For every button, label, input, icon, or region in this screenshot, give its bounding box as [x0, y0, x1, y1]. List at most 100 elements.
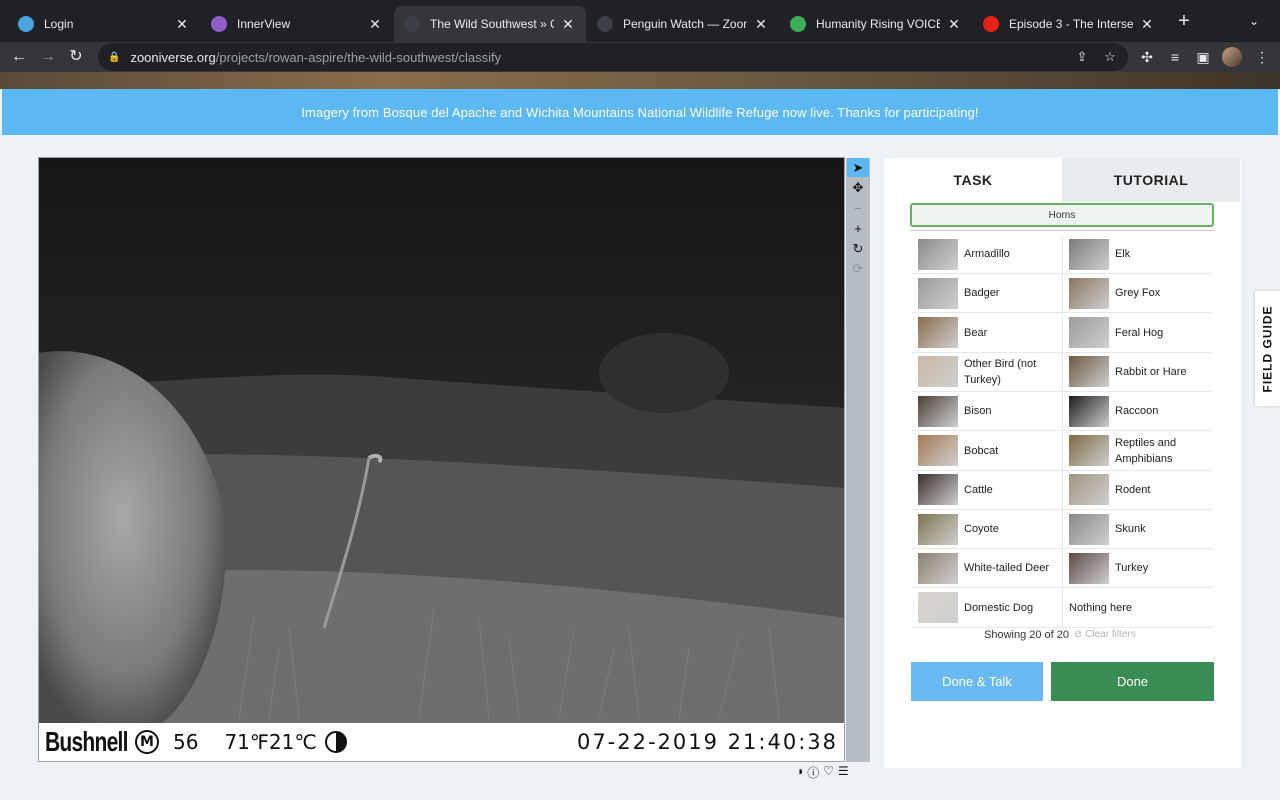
url-host: zooniverse.org: [130, 49, 216, 65]
species-choice[interactable]: Badger: [912, 274, 1062, 314]
species-thumbnail: [1069, 356, 1109, 388]
announcement-banner: Imagery from Bosque del Apache and Wichi…: [2, 89, 1278, 135]
species-label: Rodent: [1115, 483, 1151, 496]
tab-title: The Wild Southwest » Cla: [430, 17, 554, 31]
species-thumbnail: [918, 435, 958, 466]
camera-datetime: 07-22-2019 21:40:38: [576, 730, 838, 754]
collections-list-icon[interactable]: ☰: [838, 764, 849, 780]
browser-toolbar: ← → ↻ 🔒 zooniverse.org/projects/rowan-as…: [0, 42, 1280, 72]
tab-close-icon[interactable]: ✕: [174, 16, 190, 33]
tab-task[interactable]: TASK: [884, 158, 1062, 202]
pointer-tool-icon[interactable]: ➤: [847, 158, 869, 177]
browser-tab[interactable]: Humanity Rising VOICES S ✕: [780, 6, 972, 42]
species-choice[interactable]: Grey Fox: [1062, 274, 1212, 314]
moon-phase-icon: M: [135, 730, 159, 754]
clear-filters-link[interactable]: ⊘ Clear filters: [1074, 629, 1136, 640]
tab-favicon-icon: [211, 16, 227, 32]
extensions-icon[interactable]: ✣: [1137, 47, 1157, 67]
species-choice[interactable]: Rabbit or Hare: [1062, 352, 1212, 392]
species-choice[interactable]: Feral Hog: [1062, 313, 1212, 353]
tab-tutorial[interactable]: TUTORIAL: [1062, 158, 1240, 202]
camera-info-stamp: Bushnell M 56 71℉21℃ 07-22-2019 21:40:38: [39, 723, 844, 761]
camera-number: 56: [173, 730, 199, 754]
species-choice[interactable]: Bison: [912, 392, 1062, 432]
species-thumbnail: [1069, 552, 1109, 584]
forward-icon[interactable]: →: [37, 46, 59, 68]
species-label: Feral Hog: [1115, 326, 1164, 339]
side-panel-icon[interactable]: ▣: [1193, 47, 1213, 67]
species-thumbnail: [918, 592, 958, 624]
species-choice[interactable]: Reptiles and Amphibians: [1062, 431, 1212, 471]
species-choice[interactable]: Bobcat: [912, 432, 1062, 471]
share-icon[interactable]: ⇪: [1073, 48, 1091, 66]
field-guide-label: FIELD GUIDE: [1260, 304, 1275, 393]
species-choice[interactable]: Nothing here: [1062, 588, 1212, 628]
species-label: Domestic Dog: [964, 601, 1034, 614]
showing-count: Showing 20 of 20: [984, 629, 1070, 641]
zoom-in-icon[interactable]: +: [847, 219, 869, 238]
species-thumbnail: [1069, 238, 1109, 270]
move-tool-icon[interactable]: ✥: [847, 178, 869, 197]
subject-image[interactable]: Bushnell M 56 71℉21℃ 07-22-2019 21:40:38: [38, 157, 845, 762]
species-choice[interactable]: Rodent: [1062, 470, 1212, 510]
browser-tab[interactable]: Login ✕: [8, 6, 200, 42]
species-choice[interactable]: Skunk: [1062, 510, 1212, 550]
browser-tab[interactable]: Penguin Watch — Zooniver ✕: [587, 6, 779, 42]
subject-meta-tools: ◑ ⓘ ♡ ☰: [796, 764, 849, 780]
species-label: Reptiles and Amphibians: [1115, 436, 1177, 465]
menu-icon[interactable]: ⋮: [1252, 47, 1272, 67]
new-tab-button[interactable]: +: [1173, 10, 1195, 32]
horns-filter-button[interactable]: Horns: [910, 203, 1214, 227]
camera-brand: Bushnell: [45, 726, 128, 757]
tab-close-icon[interactable]: ✕: [753, 16, 769, 33]
back-icon[interactable]: ←: [8, 46, 30, 68]
species-label: Badger: [964, 287, 1000, 300]
species-choice[interactable]: Other Bird (not Turkey): [912, 353, 1062, 392]
browser-tab[interactable]: The Wild Southwest » Cla ✕: [394, 6, 586, 42]
species-label: Elk: [1115, 248, 1131, 260]
tab-favicon-icon: [404, 16, 420, 32]
species-label: Bobcat: [964, 444, 999, 457]
bookmark-star-icon[interactable]: ☆: [1101, 48, 1119, 66]
tab-close-icon[interactable]: ✕: [946, 16, 962, 33]
species-choice[interactable]: Cattle: [912, 471, 1062, 510]
species-label: White-tailed Deer: [964, 562, 1049, 575]
tab-close-icon[interactable]: ✕: [1139, 16, 1155, 33]
address-bar[interactable]: 🔒 zooniverse.org/projects/rowan-aspire/t…: [98, 43, 1128, 71]
rotate-icon[interactable]: ↻: [847, 239, 869, 258]
species-choice[interactable]: White-tailed Deer: [912, 549, 1062, 589]
species-choice[interactable]: Raccoon: [1062, 392, 1212, 432]
reset-view-icon[interactable]: ⟳: [847, 259, 869, 278]
info-icon[interactable]: ⓘ: [807, 764, 819, 780]
species-choice[interactable]: Domestic Dog: [912, 589, 1062, 628]
field-guide-tab[interactable]: FIELD GUIDE: [1255, 291, 1280, 406]
species-thumbnail: [918, 395, 958, 427]
species-choice[interactable]: Bear: [912, 314, 1062, 353]
tab-favicon-icon: [983, 16, 999, 32]
species-label: Skunk: [1115, 523, 1146, 536]
species-label: Other Bird (not Turkey): [964, 357, 1037, 386]
reading-list-icon[interactable]: ≡: [1165, 47, 1185, 67]
zoom-out-icon[interactable]: −: [847, 199, 869, 218]
species-thumbnail: [918, 317, 958, 349]
species-label: Grey Fox: [1115, 287, 1161, 300]
favorite-heart-icon[interactable]: ♡: [823, 764, 834, 780]
tab-close-icon[interactable]: ✕: [367, 16, 383, 33]
profile-avatar[interactable]: [1222, 47, 1242, 67]
tab-favicon-icon: [597, 16, 613, 32]
done-button[interactable]: Done: [1051, 662, 1214, 701]
browser-tab[interactable]: InnerView ✕: [201, 6, 393, 42]
species-choice[interactable]: Armadillo: [912, 235, 1062, 274]
species-thumbnail: [1069, 395, 1109, 427]
browser-tab[interactable]: Episode 3 - The Intersecti ✕: [973, 6, 1165, 42]
tab-close-icon[interactable]: ✕: [560, 16, 576, 33]
tab-search-icon[interactable]: ⌄: [1244, 10, 1264, 32]
species-choice[interactable]: Coyote: [912, 510, 1062, 550]
species-choice[interactable]: Elk: [1062, 235, 1212, 274]
invert-icon[interactable]: ◑: [796, 764, 803, 780]
done-and-talk-button[interactable]: Done & Talk: [911, 662, 1043, 701]
header-image-strip: [0, 72, 1280, 89]
task-panel: TASK TUTORIAL Horns Armadillo Badger Bear O…: [884, 158, 1241, 768]
reload-icon[interactable]: ↻: [65, 46, 87, 68]
species-choice[interactable]: Turkey: [1062, 549, 1212, 589]
